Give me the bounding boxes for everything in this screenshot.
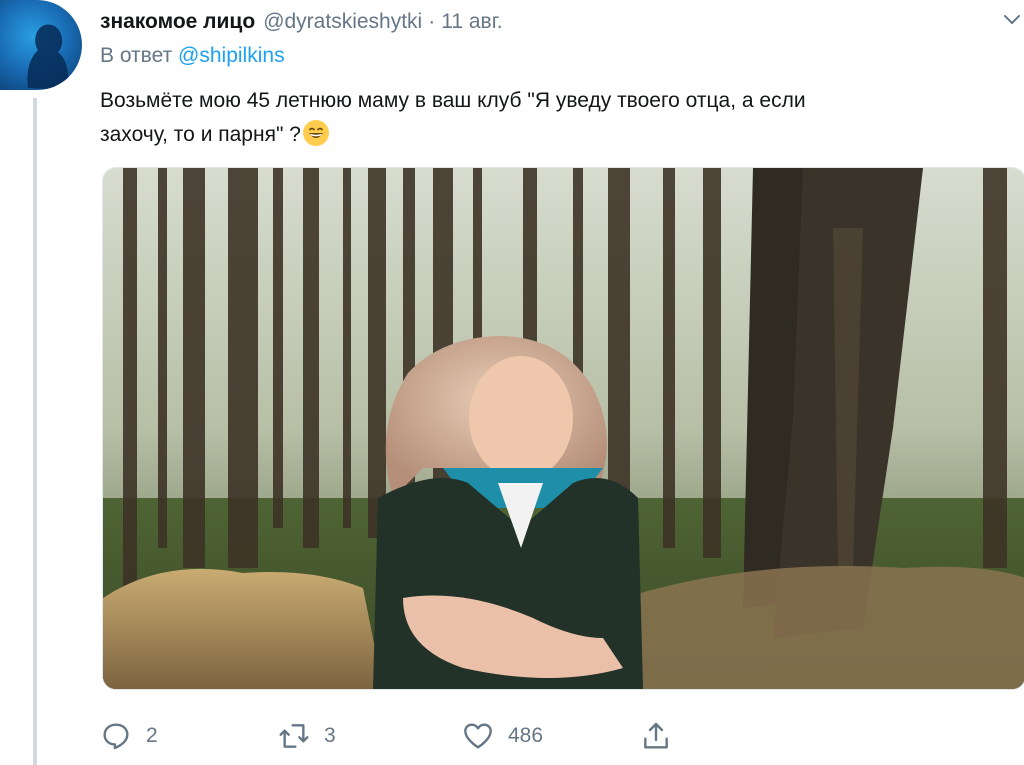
tweet-text-line-2: захочу, то и парня" ? — [100, 123, 301, 146]
author-display-name[interactable]: знакомое лицо — [100, 10, 255, 34]
like-count: 486 — [508, 724, 544, 747]
reply-count: 2 — [146, 724, 158, 747]
author-handle[interactable]: @dyratskieshytki — [263, 10, 422, 34]
tweet-text: Возьмёте мою 45 летнюю маму в ваш клуб "… — [100, 84, 1000, 152]
grinning-emoji-icon — [302, 120, 329, 146]
tweet-timestamp[interactable]: 11 авг. — [441, 10, 502, 34]
reply-icon — [103, 723, 129, 750]
share-icon — [644, 722, 668, 749]
retweet-count: 3 — [324, 724, 336, 747]
more-options-button[interactable] — [1000, 8, 1024, 32]
header-separator: · — [428, 10, 436, 33]
like-icon — [464, 723, 492, 749]
avatar[interactable] — [0, 0, 82, 90]
like-button[interactable]: 486 — [462, 718, 543, 754]
tweet-photo[interactable] — [102, 167, 1024, 690]
retweet-button[interactable]: 3 — [278, 718, 336, 754]
reply-mention-link[interactable]: @shipilkins — [178, 44, 285, 67]
share-button[interactable] — [640, 718, 672, 754]
tweet-text-line-1: Возьмёте мою 45 летнюю маму в ваш клуб "… — [100, 89, 806, 112]
retweet-icon — [279, 724, 309, 748]
reply-context: В ответ @shipilkins — [100, 44, 285, 68]
tweet-header: знакомое лицо @dyratskieshytki · 11 авг. — [100, 8, 503, 36]
chevron-down-icon — [1004, 15, 1020, 24]
thread-line — [33, 98, 37, 765]
tweet-text-line-2-wrap: захочу, то и парня" ? — [100, 118, 1000, 152]
reply-prefix: В ответ — [100, 44, 173, 67]
tweet-actions: 2 3 486 — [100, 718, 800, 754]
reply-button[interactable]: 2 — [100, 718, 158, 754]
avatar-silhouette-icon — [27, 24, 69, 90]
forest-portrait-image — [103, 168, 1024, 689]
